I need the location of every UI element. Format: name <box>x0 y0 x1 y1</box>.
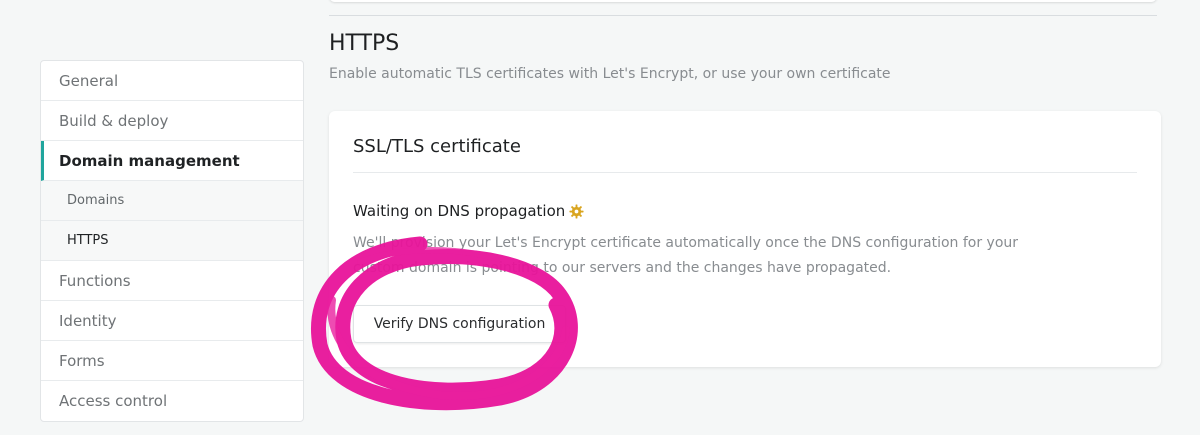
card-divider <box>353 172 1137 173</box>
gear-icon <box>569 203 584 219</box>
status-description: We'll provision your Let's Encrypt certi… <box>353 235 1019 276</box>
sidebar-item-functions[interactable]: Functions <box>41 261 303 301</box>
verify-dns-button[interactable]: Verify DNS configuration <box>353 305 566 343</box>
sidebar-item-build-deploy[interactable]: Build & deploy <box>41 101 303 141</box>
sidebar-item-identity[interactable]: Identity <box>41 301 303 341</box>
sidebar-item-general[interactable]: General <box>41 61 303 101</box>
sidebar-item-access-control[interactable]: Access control <box>41 381 303 421</box>
status-label: Waiting on DNS propagation <box>353 202 566 220</box>
status-line: Waiting on DNS propagation <box>353 202 584 220</box>
section-description: Enable automatic TLS certificates with L… <box>329 66 891 82</box>
card-title: SSL/TLS certificate <box>353 136 521 157</box>
sidebar-subitem-https[interactable]: HTTPS <box>41 221 303 261</box>
sidebar-item-forms[interactable]: Forms <box>41 341 303 381</box>
ssl-certificate-card: SSL/TLS certificate Waiting on DNS propa… <box>329 111 1161 367</box>
sidebar-subitem-domains[interactable]: Domains <box>41 181 303 221</box>
section-title: HTTPS <box>329 31 400 56</box>
sidebar-item-domain-management[interactable]: Domain management <box>41 141 303 181</box>
previous-card-edge <box>329 0 1157 16</box>
settings-sidebar: General Build & deploy Domain management… <box>40 60 304 422</box>
